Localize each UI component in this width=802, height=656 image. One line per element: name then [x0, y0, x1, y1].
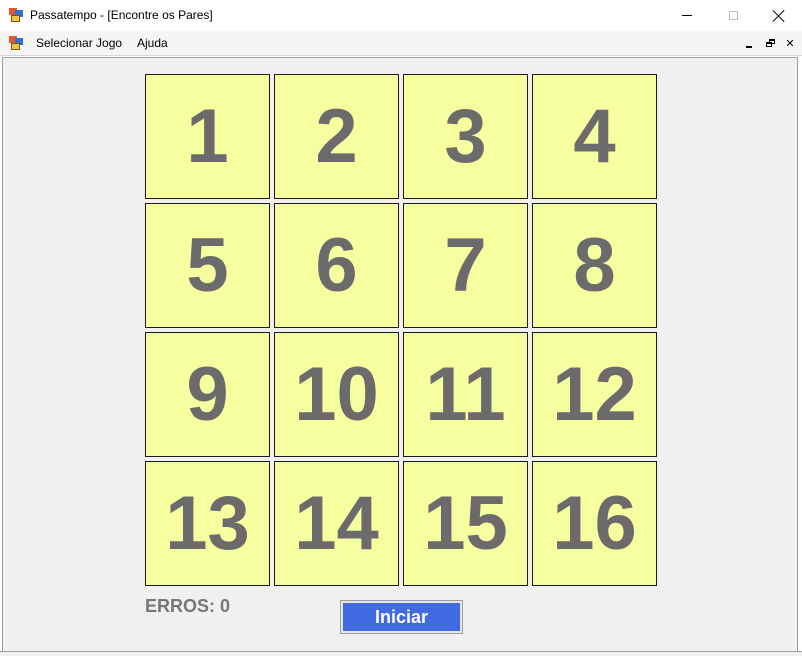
tile-12[interactable]: 12	[532, 332, 657, 457]
app-icon[interactable]	[9, 8, 23, 22]
tile-16[interactable]: 16	[532, 461, 657, 586]
tile-1[interactable]: 1	[145, 74, 270, 199]
minimize-icon	[682, 15, 692, 16]
tile-13[interactable]: 13	[145, 461, 270, 586]
menu-selecionar-jogo[interactable]: Selecionar Jogo	[36, 36, 122, 50]
mdi-restore-button[interactable]	[762, 35, 778, 51]
restore-icon	[765, 38, 775, 48]
window-title: Passatempo - [Encontre os Pares]	[30, 8, 213, 22]
tile-6[interactable]: 6	[274, 203, 399, 328]
minimize-icon	[746, 46, 752, 48]
tile-15[interactable]: 15	[403, 461, 528, 586]
title-bar: Passatempo - [Encontre os Pares]	[0, 0, 802, 31]
start-button[interactable]: Iniciar	[340, 600, 463, 634]
minimize-button[interactable]	[664, 0, 710, 31]
tile-7[interactable]: 7	[403, 203, 528, 328]
tile-5[interactable]: 5	[145, 203, 270, 328]
tile-grid: 1 2 3 4 5 6 7 8 9 10 11 12 13 14 15 16	[145, 74, 657, 586]
menu-bar: Selecionar Jogo Ajuda ✕	[0, 31, 802, 56]
maximize-icon	[728, 11, 738, 20]
close-icon	[773, 10, 785, 22]
errors-counter: ERROS: 0	[145, 596, 231, 616]
tile-3[interactable]: 3	[403, 74, 528, 199]
tile-14[interactable]: 14	[274, 461, 399, 586]
tile-9[interactable]: 9	[145, 332, 270, 457]
close-icon: ✕	[785, 37, 795, 50]
close-button[interactable]	[756, 0, 802, 31]
start-button-label: Iniciar	[343, 603, 460, 631]
tile-4[interactable]: 4	[532, 74, 657, 199]
window-bottom-edge	[0, 651, 802, 656]
tile-8[interactable]: 8	[532, 203, 657, 328]
tile-11[interactable]: 11	[403, 332, 528, 457]
mdi-close-button[interactable]: ✕	[782, 35, 798, 51]
menu-ajuda[interactable]: Ajuda	[137, 36, 168, 50]
tile-10[interactable]: 10	[274, 332, 399, 457]
mdi-child-icon[interactable]	[9, 36, 23, 50]
mdi-minimize-button[interactable]	[741, 35, 757, 51]
maximize-button[interactable]	[710, 0, 756, 31]
tile-2[interactable]: 2	[274, 74, 399, 199]
